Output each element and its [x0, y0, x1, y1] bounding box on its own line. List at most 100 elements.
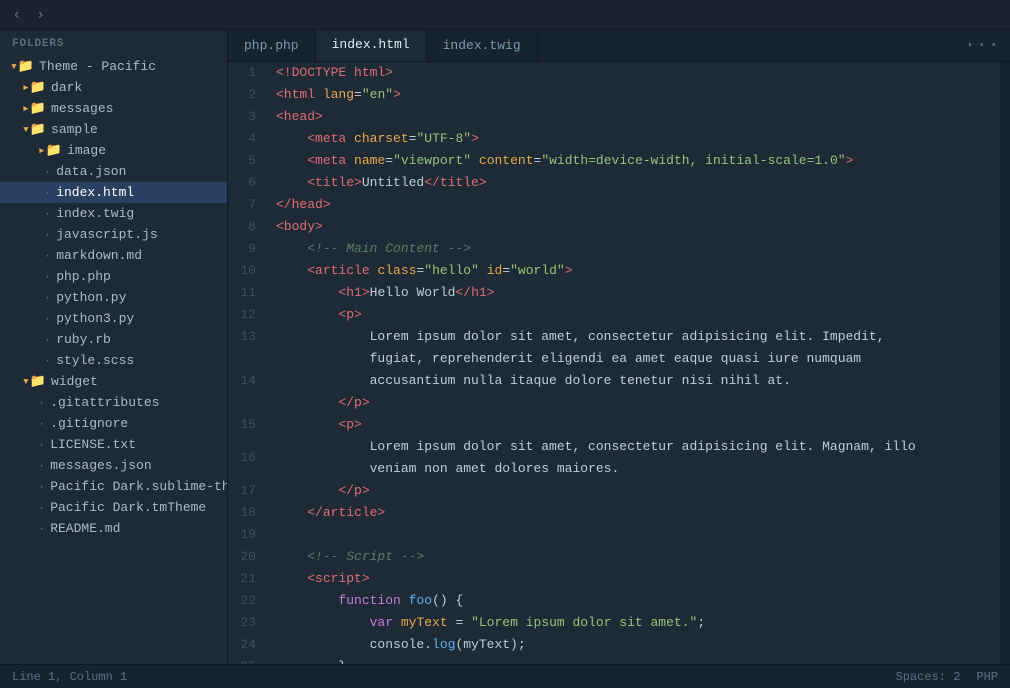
code-line-10: <article class="hello" id="world"> [276, 260, 1000, 282]
sidebar-item-python3-py[interactable]: · python3.py [0, 308, 227, 329]
line-num-12: 12 [236, 304, 256, 326]
code-line-2: <html lang="en"> [276, 84, 1000, 106]
line-num-14: 14 [236, 348, 256, 414]
folder-label: widget [51, 374, 98, 389]
tab-php-label: php.php [244, 38, 299, 53]
sidebar: FOLDERS ▾📁 Theme - Pacific ▸📁 dark ▸📁 me… [0, 30, 228, 664]
code-line-20: <!-- Script --> [276, 546, 1000, 568]
file-icon: · [44, 249, 51, 263]
code-line-6: <title>Untitled</title> [276, 172, 1000, 194]
file-label: .gitignore [50, 416, 128, 431]
sidebar-item-sample[interactable]: ▾📁 sample [0, 119, 227, 140]
editor-content[interactable]: 1 2 3 4 5 6 7 8 9 10 11 12 13 14 15 16 1… [228, 62, 1010, 664]
tab-index-html-label: index.html [332, 37, 410, 52]
line-num-18: 18 [236, 502, 256, 524]
line-num-3: 3 [236, 106, 256, 128]
line-num-6: 6 [236, 172, 256, 194]
status-bar: Line 1, Column 1 Spaces: 2 PHP [0, 664, 1010, 688]
line-num-19: 19 [236, 524, 256, 546]
line-num-20: 20 [236, 546, 256, 568]
tabs-more-button[interactable]: ··· [955, 30, 1010, 61]
line-num-7: 7 [236, 194, 256, 216]
back-button[interactable]: ‹ [8, 4, 26, 26]
code-line-3: <head> [276, 106, 1000, 128]
line-num-17: 17 [236, 480, 256, 502]
code-line-8: <body> [276, 216, 1000, 238]
file-label: messages.json [50, 458, 151, 473]
sidebar-item-image[interactable]: ▸📁 image [0, 140, 227, 161]
sidebar-item-messages[interactable]: ▸📁 messages [0, 98, 227, 119]
sidebar-item-tmtheme[interactable]: · Pacific Dark.tmTheme [0, 497, 227, 518]
tab-index-html[interactable]: index.html [316, 30, 427, 61]
code-line-5: <meta name="viewport" content="width=dev… [276, 150, 1000, 172]
line-num-16: 16 [236, 436, 256, 480]
code-line-19 [276, 524, 1000, 546]
sidebar-item-php-php[interactable]: · php.php [0, 266, 227, 287]
folder-icon: ▾📁 [22, 374, 46, 389]
file-icon: · [38, 501, 45, 515]
file-icon: · [44, 270, 51, 284]
tab-index-twig[interactable]: index.twig [427, 30, 538, 61]
sidebar-root-folder[interactable]: ▾📁 Theme - Pacific [0, 56, 227, 77]
folder-label: image [67, 143, 106, 158]
folders-header: FOLDERS [0, 30, 227, 56]
sidebar-item-license[interactable]: · LICENSE.txt [0, 434, 227, 455]
code-line-18: </article> [276, 502, 1000, 524]
line-num-11: 11 [236, 282, 256, 304]
file-icon: · [44, 207, 51, 221]
file-icon: · [44, 333, 51, 347]
file-label: Pacific Dark.sublime-theme [50, 479, 227, 494]
line-num-24: 24 [236, 634, 256, 656]
folder-label: sample [51, 122, 98, 137]
folder-icon: ▾📁 [22, 122, 46, 137]
code-line-24: console.log(myText); [276, 634, 1000, 656]
code-line-23: var myText = "Lorem ipsum dolor sit amet… [276, 612, 1000, 634]
sidebar-item-markdown-md[interactable]: · markdown.md [0, 245, 227, 266]
code-lines[interactable]: <!DOCTYPE html> <html lang="en"> <head> … [268, 62, 1000, 664]
sidebar-item-javascript-js[interactable]: · javascript.js [0, 224, 227, 245]
line-num-5: 5 [236, 150, 256, 172]
sidebar-item-data-json[interactable]: · data.json [0, 161, 227, 182]
file-icon: · [38, 396, 45, 410]
folder-icon: ▸📁 [22, 80, 46, 95]
file-icon: · [44, 165, 51, 179]
file-icon: · [38, 459, 45, 473]
status-language: PHP [976, 670, 998, 684]
file-label: python3.py [56, 311, 134, 326]
code-line-9: <!-- Main Content --> [276, 238, 1000, 260]
file-icon: · [38, 522, 45, 536]
file-icon: · [44, 291, 51, 305]
sidebar-item-gitignore[interactable]: · .gitignore [0, 413, 227, 434]
code-line-15: <p> [276, 414, 1000, 436]
folder-label: messages [51, 101, 113, 116]
sidebar-item-dark[interactable]: ▸📁 dark [0, 77, 227, 98]
code-line-11: <h1>Hello World</h1> [276, 282, 1000, 304]
line-num-25: 25 [236, 656, 256, 664]
forward-button[interactable]: › [32, 4, 50, 26]
file-icon: · [44, 228, 51, 242]
sidebar-item-index-twig[interactable]: · index.twig [0, 203, 227, 224]
sidebar-item-index-html[interactable]: · index.html [0, 182, 227, 203]
line-num-22: 22 [236, 590, 256, 612]
code-line-4: <meta charset="UTF-8"> [276, 128, 1000, 150]
file-label: python.py [56, 290, 126, 305]
file-label: index.twig [56, 206, 134, 221]
sidebar-item-sublime-theme[interactable]: · Pacific Dark.sublime-theme [0, 476, 227, 497]
sidebar-item-readme[interactable]: · README.md [0, 518, 227, 539]
sidebar-item-style-scss[interactable]: · style.scss [0, 350, 227, 371]
sidebar-item-ruby-rb[interactable]: · ruby.rb [0, 329, 227, 350]
file-label: style.scss [56, 353, 134, 368]
sidebar-item-gitattributes[interactable]: · .gitattributes [0, 392, 227, 413]
line-num-8: 8 [236, 216, 256, 238]
tab-php[interactable]: php.php [228, 30, 316, 61]
line-num-21: 21 [236, 568, 256, 590]
file-label: Pacific Dark.tmTheme [50, 500, 206, 515]
sidebar-item-python-py[interactable]: · python.py [0, 287, 227, 308]
folder-icon: ▸📁 [22, 101, 46, 116]
line-num-15: 15 [236, 414, 256, 436]
sidebar-item-widget[interactable]: ▾📁 widget [0, 371, 227, 392]
sidebar-item-messages-json[interactable]: · messages.json [0, 455, 227, 476]
line-numbers: 1 2 3 4 5 6 7 8 9 10 11 12 13 14 15 16 1… [228, 62, 268, 664]
file-label: LICENSE.txt [50, 437, 136, 452]
file-label: README.md [50, 521, 120, 536]
